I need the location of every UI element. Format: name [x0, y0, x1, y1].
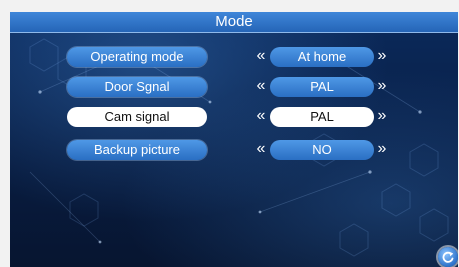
backup-picture-value[interactable]: NO: [270, 140, 374, 160]
cam-signal-next-icon[interactable]: »: [374, 107, 390, 127]
cam-signal-label[interactable]: Cam signal: [67, 107, 207, 127]
operating-mode-label[interactable]: Operating mode: [67, 47, 207, 67]
door-signal-value[interactable]: PAL: [270, 77, 374, 97]
cam-signal-value[interactable]: PAL: [270, 107, 374, 127]
door-signal-label[interactable]: Door Sgnal: [67, 77, 207, 97]
backup-picture-next-icon[interactable]: »: [374, 140, 390, 160]
operating-mode-prev-icon[interactable]: «: [253, 47, 269, 67]
door-signal-next-icon[interactable]: »: [374, 77, 390, 97]
operating-mode-next-icon[interactable]: »: [374, 47, 390, 67]
cam-signal-prev-icon[interactable]: «: [253, 107, 269, 127]
page-title: Mode: [10, 12, 458, 33]
door-signal-prev-icon[interactable]: «: [253, 77, 269, 97]
backup-picture-prev-icon[interactable]: «: [253, 140, 269, 160]
operating-mode-value[interactable]: At home: [270, 47, 374, 67]
back-arrow-icon: [442, 251, 454, 263]
backup-picture-label[interactable]: Backup picture: [67, 140, 207, 160]
mode-screen: Mode Operating mode « At home » Door Sgn…: [10, 12, 458, 267]
back-button[interactable]: [438, 247, 458, 267]
